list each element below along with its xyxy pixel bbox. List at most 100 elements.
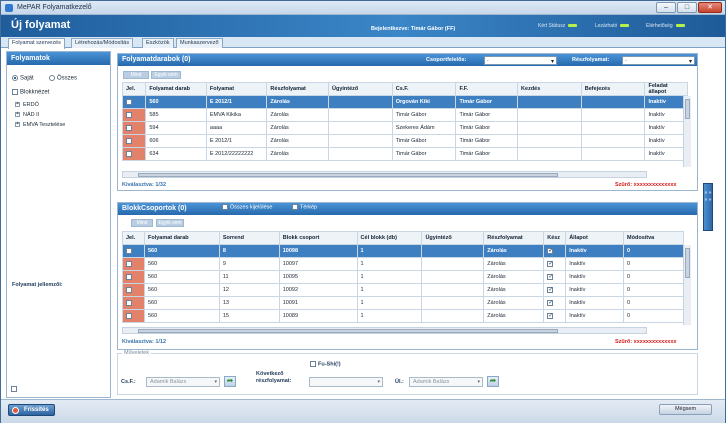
tree-item-emva[interactable]: + EMVA Tesztelése [15, 122, 65, 128]
table-row[interactable]: 560 E 2012/1 Zárolás Orgován Kiki Timár Gábo… [121, 95, 688, 109]
col-ff[interactable]: F.F. [455, 82, 519, 96]
row-checkbox[interactable] [126, 98, 132, 105]
col-folyamat-darab[interactable]: Folyamat darab [145, 82, 207, 96]
ul-apply-button[interactable]: ➦ [487, 376, 499, 387]
kesz-checkbox[interactable] [547, 286, 553, 293]
col-kezdes[interactable]: Kezdés [517, 82, 582, 96]
top-vertical-scrollbar[interactable] [683, 96, 691, 167]
tab-bar: Folyamat szervezés Létrehozás/Módosítás … [1, 37, 725, 49]
blokknezet-checkbox[interactable]: Blokknézet [12, 89, 49, 96]
col-sorrend[interactable]: Sorrend [218, 231, 280, 245]
select-all-button[interactable]: Mind [123, 71, 149, 79]
col-kesz[interactable]: Kész [543, 231, 567, 245]
chevron-down-icon: ▾ [550, 59, 554, 65]
checkbox-icon [222, 204, 228, 210]
select-none-button[interactable]: Egyik sem [156, 219, 184, 227]
row-checkbox[interactable] [126, 286, 132, 293]
fushi-checkbox[interactable]: Fu-Shi(!) [310, 361, 341, 367]
side-expand-button[interactable]: » » » » [703, 183, 713, 231]
app-window: MePAR Folyamatkezelő – □ ✕ Új folyamat B… [0, 0, 726, 423]
footer-bar: Frissítés Mégsem [1, 399, 725, 423]
top-horizontal-scrollbar[interactable] [122, 171, 647, 178]
col-cel-blokk[interactable]: Cél blokk (db) [356, 231, 423, 245]
tab-folyamat-szervezes[interactable]: Folyamat szervezés [8, 38, 65, 49]
row-checkbox[interactable] [126, 273, 132, 280]
col-jel[interactable]: Jel. [121, 82, 147, 96]
table-row[interactable]: 56012100921Zárolás Inaktív0 [122, 283, 684, 297]
cancel-button[interactable]: Mégsem [659, 404, 712, 415]
kesz-checkbox[interactable] [547, 260, 553, 267]
scroll-thumb[interactable] [685, 248, 690, 278]
tree-item-erdo[interactable]: + ERDŐ [15, 102, 39, 108]
row-checkbox[interactable] [126, 150, 132, 157]
csf-select[interactable]: Adamik Balázs ▾ [146, 377, 220, 387]
col-ugyintezo[interactable]: Ügyintéző [328, 82, 393, 96]
kesz-checkbox[interactable] [547, 312, 553, 319]
terkep-toggle[interactable]: Térkép [292, 204, 317, 210]
table-row[interactable]: 634 E 2012/22222222 Zárolás Timár Gábor Timá… [121, 147, 688, 161]
table-row[interactable]: 56015100891Zárolás Inaktív0 [122, 309, 684, 323]
folyamatdarabok-header: Folyamatdarabok (0) [118, 54, 697, 66]
scroll-thumb[interactable] [138, 329, 558, 333]
select-all-groups[interactable]: Összes kijelölése [222, 204, 273, 210]
csoportfelelos-label: Csoportfelelős: [426, 57, 467, 63]
scroll-thumb[interactable] [138, 173, 558, 177]
table-row[interactable]: 594 aaaa Zárolás Szekeres Ádám Timár Gábor In… [121, 121, 688, 135]
bottom-vertical-scrollbar[interactable] [683, 245, 691, 325]
minimize-button[interactable]: – [656, 2, 676, 13]
col-feladat-allapot[interactable]: Feladat állapot [644, 82, 688, 96]
col-modositva[interactable]: Módosítva [623, 231, 684, 245]
tab-letrehozas[interactable]: Létrehozás/Módosítás [71, 38, 134, 48]
row-checkbox[interactable] [126, 247, 132, 254]
close-button[interactable]: ✕ [698, 2, 722, 13]
select-all-button[interactable]: Mind [131, 219, 153, 227]
checkbox-icon [292, 204, 298, 210]
bottom-horizontal-scrollbar[interactable] [122, 327, 647, 334]
row-checkbox[interactable] [126, 124, 132, 131]
radio-osszes[interactable]: Összes [49, 75, 77, 82]
bottom-checkbox[interactable] [11, 386, 19, 393]
checkbox-icon [11, 386, 17, 393]
reszfolyamat-label: Részfolyamat: [572, 57, 610, 63]
table-row[interactable]: 56011100951Zárolás Inaktív0 [122, 270, 684, 284]
row-checkbox[interactable] [126, 111, 132, 118]
kovetkezo-select[interactable]: ▾ [309, 377, 383, 387]
ul-select[interactable]: Adamik Balázs ▾ [409, 377, 483, 387]
col-reszfolyamat[interactable]: Részfolyamat [266, 82, 330, 96]
scroll-thumb[interactable] [685, 99, 690, 119]
select-none-button[interactable]: Egyik sem [151, 71, 181, 79]
row-checkbox[interactable] [126, 260, 132, 267]
col-folyamat[interactable]: Folyamat [205, 82, 268, 96]
tab-munkaszervezo[interactable]: Munkaszervező [176, 38, 223, 48]
col-reszfolyamat[interactable]: Részfolyamat [483, 231, 545, 245]
table-row[interactable]: 56013100911Zárolás Inaktív0 [122, 296, 684, 310]
col-ugyintezo[interactable]: Ügyintéző [421, 231, 485, 245]
kesz-checkbox[interactable] [547, 273, 553, 280]
table-row[interactable]: 5608100981Zárolás Inaktív0 [122, 244, 684, 258]
maximize-button[interactable]: □ [677, 2, 697, 13]
tree-item-nad[interactable]: + NÁD II [15, 112, 39, 118]
table-row[interactable]: 606 E 2012/1 Zárolás Timár Gábor Timár Gábor… [121, 134, 688, 148]
col-allapot[interactable]: Állapot [565, 231, 625, 245]
col-jel[interactable]: Jel. [122, 231, 145, 245]
tab-eszkozok[interactable]: Eszközök [142, 38, 174, 48]
refresh-button[interactable]: Frissítés [8, 404, 55, 416]
folyamatdarabok-table: Jel. Folyamat darab Folyamat Részfolyama… [121, 82, 688, 161]
kesz-checkbox[interactable] [547, 247, 553, 254]
col-blokk-csoport[interactable]: Blokk csoport [278, 231, 358, 245]
col-csf[interactable]: Cs.F. [391, 82, 457, 96]
table-row[interactable]: 585 EMVA Kikika Zárolás Timár Gábor Timár Gá… [121, 108, 688, 122]
muveletek-legend: Műveletek [122, 350, 152, 356]
radio-sajat[interactable]: Saját [12, 75, 34, 82]
table-row[interactable]: 5609100971Zárolás Inaktív0 [122, 257, 684, 271]
kesz-checkbox[interactable] [547, 299, 553, 306]
col-folyamat-darab[interactable]: Folyamat darab [143, 231, 220, 245]
reszfolyamat-dropdown[interactable]: - ▾ [622, 56, 695, 65]
row-checkbox[interactable] [126, 312, 132, 319]
row-checkbox[interactable] [126, 137, 132, 144]
csoportfelelos-dropdown[interactable]: - ▾ [484, 56, 557, 65]
row-checkbox[interactable] [126, 299, 132, 306]
radio-selected-icon [12, 75, 18, 81]
csf-apply-button[interactable]: ➦ [224, 376, 236, 387]
col-befejezes[interactable]: Befejezés [580, 82, 646, 96]
